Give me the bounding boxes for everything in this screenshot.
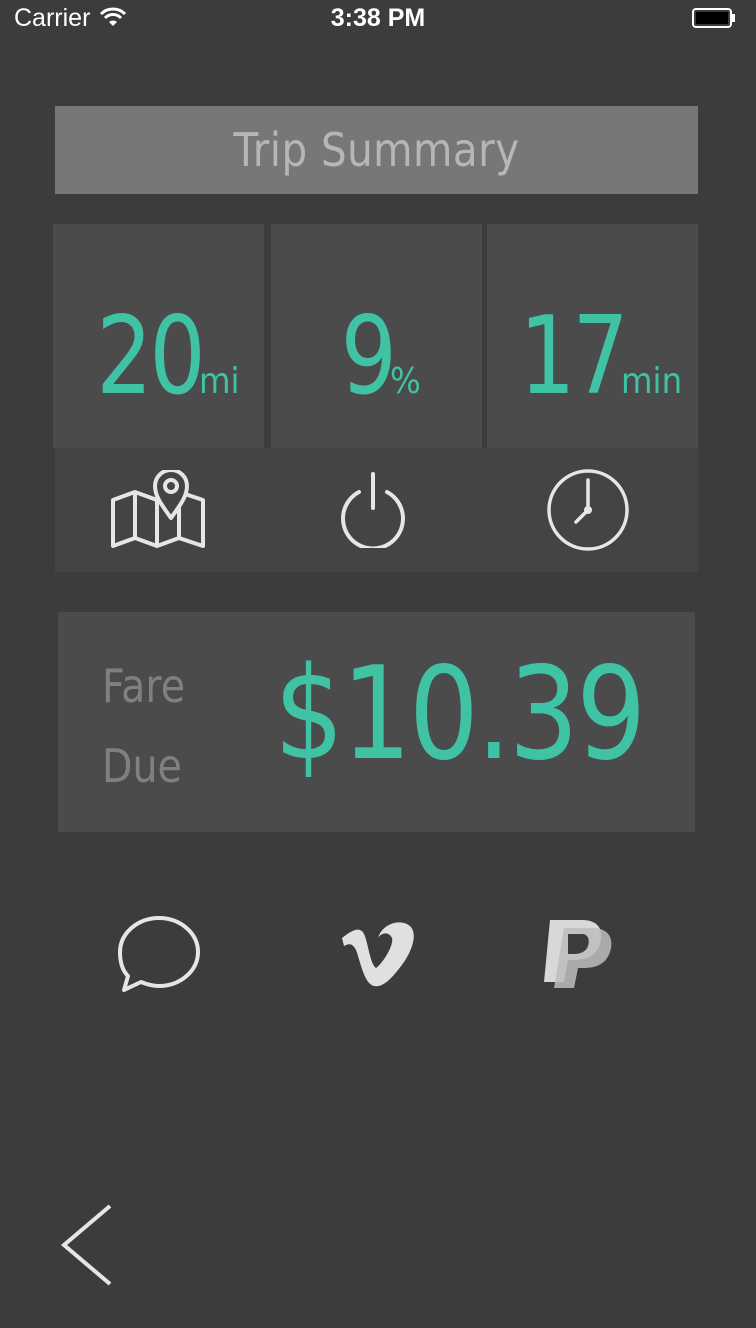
- vimeo-icon[interactable]: [338, 920, 418, 990]
- status-time: 3:38 PM: [330, 4, 426, 32]
- paypal-icon[interactable]: [538, 916, 618, 992]
- distance-stat: 20mi: [53, 224, 264, 448]
- battery-icon: [692, 8, 735, 28]
- duration-unit: min: [621, 361, 683, 402]
- status-bar: Carrier 3:38 PM: [0, 0, 756, 40]
- trip-summary-header: Trip Summary: [55, 106, 698, 194]
- fare-panel: Fare Due $10.39: [58, 612, 695, 832]
- battery-stat: 9%: [271, 224, 482, 448]
- fare-label-line1: Fare: [102, 659, 186, 713]
- chat-bubble-icon[interactable]: [116, 914, 202, 994]
- duration-stat: 17min: [487, 224, 698, 448]
- battery-unit: %: [389, 361, 421, 402]
- battery-value: 9: [340, 294, 397, 419]
- back-chevron-icon[interactable]: [58, 1202, 118, 1288]
- duration-value: 17: [519, 294, 628, 419]
- power-icon: [341, 472, 405, 548]
- page-title: Trip Summary: [233, 123, 520, 177]
- clock-icon: [547, 469, 629, 551]
- distance-unit: mi: [198, 361, 240, 402]
- fare-label: Fare Due: [102, 646, 185, 806]
- map-pin-icon: [111, 470, 205, 548]
- fare-label-line2: Due: [102, 739, 182, 793]
- stat-icon-row: [55, 448, 698, 572]
- distance-value: 20: [96, 294, 206, 419]
- fare-amount: $10.39: [274, 640, 646, 789]
